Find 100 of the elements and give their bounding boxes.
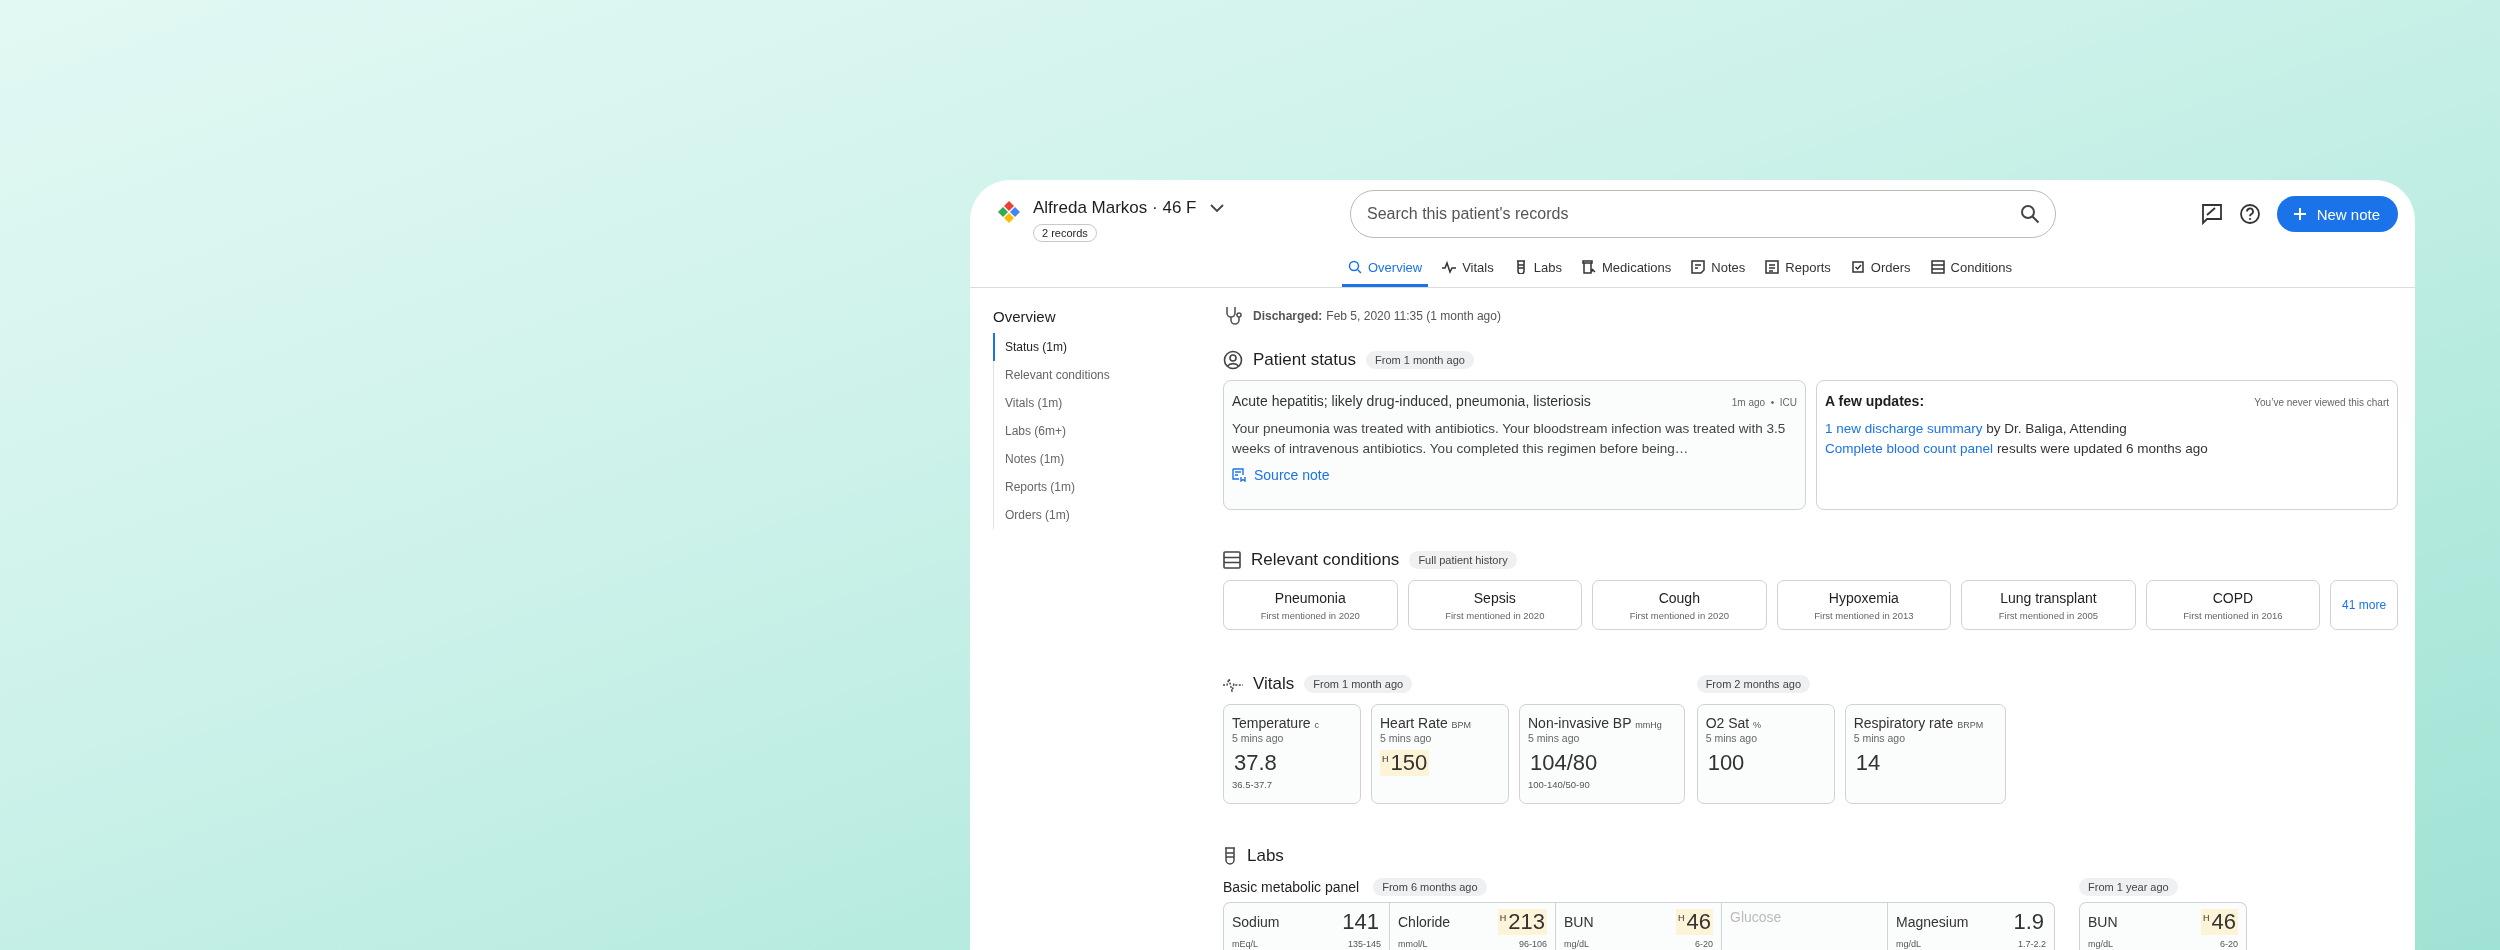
- time-badge: From 1 month ago: [1304, 675, 1413, 693]
- vital-time: 5 mins ago: [1232, 732, 1285, 744]
- vital-range: 36.5-37.7: [1232, 779, 1274, 790]
- vital-name: Respiratory rate BRPM: [1853, 715, 1985, 731]
- lab-name: Magnesium: [1896, 914, 1969, 930]
- sidebar-title: Overview: [993, 308, 1057, 325]
- lab-value: 141: [1341, 909, 1380, 935]
- condition-name: Pneumonia: [1274, 589, 1346, 606]
- help-icon[interactable]: [2238, 203, 2261, 225]
- discharge-date: Feb 5, 2020 11:35 (1 month ago): [1326, 309, 1501, 323]
- card-meta: 1m ago • ICU: [1731, 397, 1797, 408]
- logo-icon: [997, 200, 1021, 224]
- lab-range: 1.7-2.2: [2017, 939, 2046, 949]
- source-note-link[interactable]: Source note: [1232, 467, 1330, 483]
- first-mentioned: First mentioned in 2020: [1629, 609, 1729, 621]
- nav-tab[interactable]: Medications: [1575, 250, 1678, 287]
- condition-chip[interactable]: Sepsis First mentioned in 2020: [1407, 580, 1583, 630]
- vital-range: 100-140/50-90: [1528, 779, 1591, 790]
- vital-time: 5 mins ago: [1705, 732, 1758, 744]
- first-mentioned: First mentioned in 2005: [1998, 609, 2099, 621]
- nav-tab[interactable]: Reports: [1759, 250, 1837, 287]
- vital-card[interactable]: O2 Sat % 5 mins ago 100: [1696, 704, 1835, 804]
- document-icon: [1765, 260, 1780, 274]
- search-icon[interactable]: [2020, 204, 2040, 224]
- updates-title: A few updates:: [1825, 393, 1925, 409]
- condition-chip[interactable]: Pneumonia First mentioned in 2020: [1223, 580, 1398, 630]
- section-title: Patient status: [1253, 350, 1356, 370]
- time-badge: From 6 months ago: [1373, 878, 1487, 896]
- panel-title: Basic metabolic panel: [1223, 879, 1360, 895]
- section-title: Relevant conditions: [1251, 550, 1400, 570]
- nav-tab[interactable]: Notes: [1685, 250, 1752, 287]
- plus-icon: [2292, 207, 2307, 221]
- lab-name: Sodium: [1232, 914, 1280, 930]
- note-icon: [1691, 260, 1706, 274]
- update-link[interactable]: 1 new discharge summary: [1825, 421, 1983, 436]
- lab-name: Glucose: [1730, 909, 1782, 925]
- feedback-icon[interactable]: [2200, 203, 2223, 225]
- vital-value: 14: [1854, 750, 1882, 776]
- lab-unit: mg/dL: [1564, 939, 1589, 949]
- checklist-icon: [1850, 260, 1865, 274]
- vital-value: $^{H}$ 150: [1380, 750, 1430, 776]
- sidebar-item[interactable]: Labs (6m+): [993, 417, 1223, 445]
- nav-tab[interactable]: Vitals: [1436, 250, 1500, 287]
- lab-value: $^{H}$ 46: [1676, 909, 1713, 935]
- first-mentioned: First mentioned in 2020: [1445, 609, 1545, 621]
- lab-value: $^{H}$ 46: [2201, 909, 2238, 935]
- person-icon: [1223, 350, 1243, 370]
- search-icon: [1348, 260, 1362, 274]
- first-mentioned: First mentioned in 2020: [1260, 609, 1360, 621]
- caret-icon[interactable]: [1210, 203, 1225, 213]
- lab-range: 96-106: [1518, 939, 1547, 949]
- update-text: Complete blood count panel results were updated 6 months ago: [1825, 440, 2209, 458]
- sidebar-item[interactable]: Notes (1m): [993, 445, 1223, 473]
- vital-value: 104/80: [1529, 750, 1599, 776]
- new-note-button[interactable]: New note: [2276, 196, 2398, 232]
- vital-name: Temperature c: [1232, 715, 1320, 731]
- vital-time: 5 mins ago: [1853, 732, 1906, 744]
- lab-value: $^{H}$ 213: [1497, 909, 1547, 935]
- lab-unit: mg/dL: [1896, 939, 1921, 949]
- nav-tab[interactable]: Orders: [1844, 250, 1917, 287]
- pulse-icon: [1442, 260, 1457, 274]
- patient-name: Alfreda Markos · 46 F: [1033, 198, 1197, 218]
- vital-name: Heart Rate BPM: [1380, 715, 1473, 731]
- condition-chip[interactable]: Hypoxemia First mentioned in 2013: [1776, 580, 1952, 630]
- update-link[interactable]: Complete blood count panel: [1825, 441, 1994, 456]
- condition-chip[interactable]: Cough First mentioned in 2020: [1592, 580, 1767, 630]
- vital-card[interactable]: Temperature c 5 mins ago 37.8 36.5-37.7: [1223, 704, 1361, 804]
- sidebar-item[interactable]: Orders (1m): [993, 501, 1223, 529]
- more-button[interactable]: 41 more: [2330, 580, 2399, 630]
- vital-card[interactable]: Non-invasive BP mmHg 5 mins ago 104/80 100-140/50-90: [1519, 704, 1685, 804]
- pill-bottle-icon: [1581, 260, 1596, 274]
- pulse-icon: [1223, 676, 1243, 692]
- lab-unit: mmol/L: [1398, 939, 1428, 949]
- condition-name: Cough: [1658, 589, 1700, 606]
- vital-card[interactable]: Heart Rate BPM 5 mins ago $^{H}$ 150: [1371, 704, 1509, 804]
- lab-value: 1.9: [2012, 909, 2045, 935]
- section-title: Labs: [1247, 846, 1284, 866]
- sidebar-item[interactable]: Vitals (1m): [993, 389, 1223, 417]
- history-badge[interactable]: Full patient history: [1409, 551, 1517, 569]
- condition-name: Sepsis: [1473, 589, 1516, 606]
- list-icon: [1223, 551, 1241, 569]
- stethoscope-icon: [1225, 306, 1243, 326]
- diagnosis-title: Acute hepatitis; likely drug-induced, pneumonia, listeriosis: [1232, 393, 1591, 409]
- sidebar-item[interactable]: Relevant conditions: [993, 361, 1223, 389]
- nav-tab[interactable]: Conditions: [1924, 250, 2018, 287]
- lab-name: Chloride: [1398, 914, 1451, 930]
- vital-card[interactable]: Respiratory rate BRPM 5 mins ago 14: [1844, 704, 2007, 804]
- condition-name: Hypoxemia: [1828, 589, 1899, 606]
- condition-chip[interactable]: Lung transplant First mentioned in 2005: [1961, 580, 2136, 630]
- nav-tab[interactable]: Labs: [1507, 250, 1568, 287]
- condition-chip[interactable]: COPD First mentioned in 2016: [2145, 580, 2321, 630]
- list-icon: [1930, 260, 1945, 274]
- sidebar-item[interactable]: Reports (1m): [993, 473, 1223, 501]
- sidebar-item[interactable]: Status (1m): [993, 333, 1223, 361]
- vital-name: Non-invasive BP mmHg: [1528, 715, 1663, 731]
- search-field[interactable]: Search this patient's records: [1350, 190, 2056, 238]
- nav-tab[interactable]: Overview: [1342, 250, 1429, 287]
- time-badge: From 1 month ago: [1366, 351, 1474, 369]
- lab-unit: mg/dL: [2088, 939, 2113, 949]
- discharge-label: Discharged:: [1253, 309, 1323, 323]
